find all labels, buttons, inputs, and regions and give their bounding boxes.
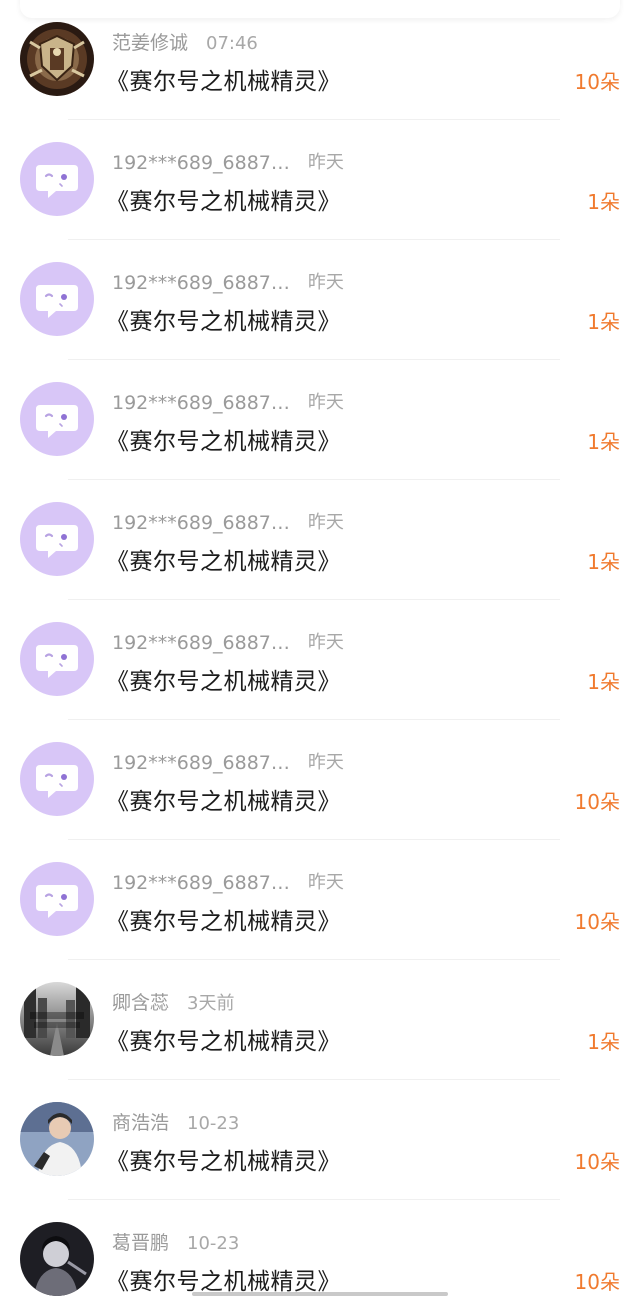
person-photo-icon — [20, 1102, 94, 1176]
timestamp: 10-23 — [187, 1113, 240, 1134]
book-title: 《赛尔号之机械精灵》 — [106, 1269, 341, 1295]
sender-name: 卿含蕊 — [112, 992, 170, 1014]
list-item[interactable]: 192***689_6887… 昨天 《赛尔号之机械精灵》 1朵 — [0, 120, 640, 240]
street-photo-icon — [20, 982, 94, 1056]
avatar[interactable] — [20, 1102, 94, 1176]
timestamp: 昨天 — [307, 632, 344, 653]
home-indicator[interactable] — [192, 1292, 448, 1296]
chat-bubble-icon — [36, 405, 78, 438]
list-item[interactable]: 192***689_6887… 昨天 《赛尔号之机械精灵》 10朵 — [0, 840, 640, 960]
book-title: 《赛尔号之机械精灵》 — [106, 309, 341, 335]
sender-name: 192***689_6887… — [112, 152, 290, 174]
gift-amount: 1朵 — [587, 190, 620, 214]
gift-amount: 1朵 — [587, 550, 620, 574]
sender-name: 商浩浩 — [112, 1112, 170, 1134]
chat-bubble-icon — [36, 885, 78, 918]
sender-name: 192***689_6887… — [112, 632, 290, 654]
list-item[interactable]: 葛晋鹏 10-23 《赛尔号之机械精灵》 10朵 — [0, 1200, 640, 1298]
timestamp: 昨天 — [307, 152, 344, 173]
avatar[interactable] — [20, 742, 94, 816]
timestamp: 3天前 — [187, 993, 235, 1014]
list-item[interactable]: 卿含蕊 3天前 《赛尔号之机械精灵》 1朵 — [0, 960, 640, 1080]
chat-bubble-icon — [36, 765, 78, 798]
shield-avatar-icon — [20, 22, 94, 96]
list-item[interactable]: 192***689_6887… 昨天 《赛尔号之机械精灵》 1朵 — [0, 600, 640, 720]
gift-amount: 1朵 — [587, 670, 620, 694]
chat-bubble-icon — [36, 285, 78, 318]
gift-amount: 10朵 — [574, 790, 620, 814]
book-title: 《赛尔号之机械精灵》 — [106, 789, 341, 815]
book-title: 《赛尔号之机械精灵》 — [106, 1149, 341, 1175]
chat-bubble-icon — [36, 645, 78, 678]
avatar[interactable] — [20, 262, 94, 336]
avatar[interactable] — [20, 142, 94, 216]
sender-name: 范姜修诚 — [112, 32, 189, 54]
list-item[interactable]: 192***689_6887… 昨天 《赛尔号之机械精灵》 1朵 — [0, 240, 640, 360]
gift-amount: 1朵 — [587, 310, 620, 334]
gift-amount: 10朵 — [574, 1270, 620, 1294]
avatar[interactable] — [20, 382, 94, 456]
avatar[interactable] — [20, 502, 94, 576]
chat-bubble-icon — [36, 525, 78, 558]
book-title: 《赛尔号之机械精灵》 — [106, 69, 341, 95]
timestamp: 07:46 — [206, 33, 258, 54]
book-title: 《赛尔号之机械精灵》 — [106, 549, 341, 575]
sender-name: 192***689_6887… — [112, 872, 290, 894]
chat-bubble-icon — [36, 165, 78, 198]
list-item[interactable]: 商浩浩 10-23 《赛尔号之机械精灵》 10朵 — [0, 1080, 640, 1200]
gift-records-page: 范姜修诚 07:46 《赛尔号之机械精灵》 10朵 192***689_6887…… — [0, 0, 640, 1298]
list-item[interactable]: 192***689_6887… 昨天 《赛尔号之机械精灵》 10朵 — [0, 720, 640, 840]
book-title: 《赛尔号之机械精灵》 — [106, 909, 341, 935]
book-title: 《赛尔号之机械精灵》 — [106, 429, 341, 455]
avatar[interactable] — [20, 622, 94, 696]
portrait-photo-icon — [20, 1222, 94, 1296]
sender-name: 葛晋鹏 — [112, 1232, 170, 1254]
avatar[interactable] — [20, 1222, 94, 1296]
timestamp: 10-23 — [187, 1233, 240, 1254]
timestamp: 昨天 — [307, 512, 344, 533]
gift-amount: 1朵 — [587, 430, 620, 454]
timestamp: 昨天 — [307, 752, 344, 773]
avatar[interactable] — [20, 982, 94, 1056]
sender-name: 192***689_6887… — [112, 392, 290, 414]
gift-amount: 10朵 — [574, 910, 620, 934]
sender-name: 192***689_6887… — [112, 752, 290, 774]
gift-amount: 10朵 — [574, 70, 620, 94]
sender-name: 192***689_6887… — [112, 512, 290, 534]
avatar[interactable] — [20, 22, 94, 96]
timestamp: 昨天 — [307, 272, 344, 293]
book-title: 《赛尔号之机械精灵》 — [106, 189, 341, 215]
sender-name: 192***689_6887… — [112, 272, 290, 294]
timestamp: 昨天 — [307, 392, 344, 413]
gift-amount: 10朵 — [574, 1150, 620, 1174]
list-item[interactable]: 范姜修诚 07:46 《赛尔号之机械精灵》 10朵 — [0, 0, 640, 120]
list-item[interactable]: 192***689_6887… 昨天 《赛尔号之机械精灵》 1朵 — [0, 480, 640, 600]
list-item[interactable]: 192***689_6887… 昨天 《赛尔号之机械精灵》 1朵 — [0, 360, 640, 480]
gift-amount: 1朵 — [587, 1030, 620, 1054]
book-title: 《赛尔号之机械精灵》 — [106, 669, 341, 695]
book-title: 《赛尔号之机械精灵》 — [106, 1029, 341, 1055]
timestamp: 昨天 — [307, 872, 344, 893]
avatar[interactable] — [20, 862, 94, 936]
